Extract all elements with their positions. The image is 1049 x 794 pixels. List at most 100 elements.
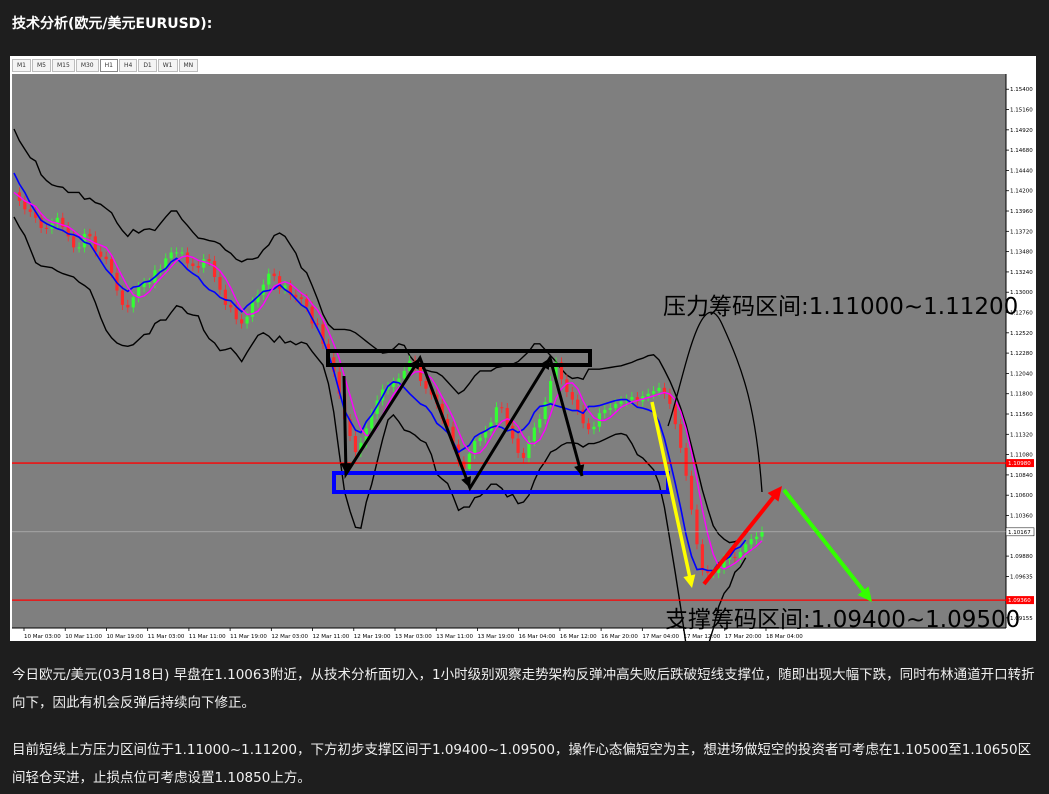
candle-body [473,441,477,454]
candle-body [72,236,76,248]
candle-body [66,227,70,237]
candle-body [651,391,656,394]
candle-body [267,273,271,285]
candle-body [754,536,759,540]
y-tick-label: 1.09635 [1010,574,1033,580]
resistance-zone-label: 压力筹码区间:1.11000~1.11200 [663,294,1018,320]
candle-body [77,247,81,249]
candle-body [700,544,704,571]
x-tick-label: 17 Mar 04:00 [642,634,679,640]
candle-body [538,419,542,428]
y-tick-label: 1.13480 [1010,250,1033,256]
candle-body [592,426,596,430]
x-tick-label: 17 Mar 12:00 [684,634,721,640]
x-tick-label: 11 Mar 03:00 [148,634,185,640]
candle-body [315,323,320,325]
candle-body [137,287,141,298]
candle-body [131,297,135,308]
candle-body [689,475,694,510]
candle-body [570,392,574,400]
candle-body [229,304,233,308]
candle-body [733,556,737,558]
y-tick-label: 1.10600 [1010,493,1033,499]
candle-body [402,370,406,379]
candle-body [424,381,428,389]
candle-body [467,453,471,469]
candle-body [695,509,699,545]
candle-body [549,381,553,403]
y-tick-label: 1.15400 [1010,87,1033,93]
x-tick-label: 10 Mar 11:00 [65,634,102,640]
candle-body [516,438,520,453]
candle-body [196,265,200,268]
y-tick-label: 1.11800 [1010,392,1033,398]
candle-body [202,259,206,268]
price-chart[interactable]: M1 M5 M15 M30 H1 H4 D1 W1 MN 1.15400 1.15… [10,56,1036,641]
x-tick-label: 10 Mar 03:00 [24,634,61,640]
candle-body [104,256,108,260]
candle-body [191,263,195,266]
chart-canvas: 1.15400 1.15160 1.14920 1.14680 1.14440 1.142… [12,74,1035,641]
x-tick-label: 13 Mar 11:00 [436,634,473,640]
candle-body [207,259,211,261]
candle-body [175,252,179,254]
y-tick-label: 1.13720 [1010,229,1033,235]
y-tick-label: 1.13960 [1010,209,1033,215]
analysis-paragraph-2: 目前短线上方压力区间位于1.11000~1.11200，下方初步支撑区间于1.0… [12,742,1032,786]
candle-body [180,252,184,254]
candle-body [120,290,125,305]
candle-body [760,531,764,537]
x-tick-label: 17 Mar 20:00 [725,634,762,640]
y-tick-label: 1.12520 [1010,331,1033,337]
candle-body [565,379,569,393]
x-tick-label: 13 Mar 19:00 [477,634,514,640]
candle-body [218,276,222,290]
candle-body [126,304,130,308]
y-tick-label: 1.14920 [1010,128,1033,134]
candle-body [305,298,309,307]
y-tick-label: 1.10840 [1010,473,1033,479]
page-heading: 技术分析(欧元/美元EURUSD): [12,16,213,32]
candle-body [684,447,688,476]
candle-body [299,297,303,299]
candle-body [630,397,634,400]
level-tag-upper: 1.10980 [1008,461,1031,467]
x-tick-label: 11 Mar 11:00 [189,634,226,640]
candle-body [272,273,276,277]
y-tick-label: 1.11080 [1010,453,1033,459]
candle-body [88,233,92,237]
candle-body [532,427,536,442]
candle-body [185,252,190,264]
candle-body [223,289,227,305]
candle-body [738,551,742,558]
candle-body [245,316,249,324]
candle-body [109,259,114,273]
y-tick-label: 1.12040 [1010,371,1033,377]
x-tick-label: 16 Mar 12:00 [560,634,597,640]
candle-body [603,409,607,414]
candle-body [234,307,238,320]
y-tick-label: 1.15160 [1010,108,1033,114]
candle-body [511,425,515,439]
x-tick-label: 10 Mar 19:00 [106,634,143,640]
y-tick-label: 1.11320 [1010,432,1033,438]
candle-body [28,209,32,212]
y-tick-label: 1.12280 [1010,351,1033,357]
y-tick-label: 1.14440 [1010,168,1033,174]
analysis-paragraph-1: 今日欧元/美元(03月18日) 早盘在1.10063附近，从技术分析面切入，1小… [12,667,1035,711]
candle-body [576,399,580,410]
candle-body [147,282,152,284]
candle-body [418,366,423,382]
y-tick-label: 1.10360 [1010,514,1033,520]
candle-body [521,452,526,458]
x-tick-label: 12 Mar 19:00 [354,634,391,640]
candle-body [749,539,753,545]
candle-body [619,401,623,404]
x-tick-label: 12 Mar 03:00 [271,634,308,640]
current-price-tag: 1.10167 [1008,530,1031,536]
y-tick-label: 1.14200 [1010,189,1033,195]
x-tick-label: 12 Mar 11:00 [313,634,350,640]
candle-body [646,393,650,397]
support-zone-label: 支撑筹码区间:1.09400~1.09500 [665,607,1020,633]
y-tick-label: 1.09880 [1010,554,1033,560]
